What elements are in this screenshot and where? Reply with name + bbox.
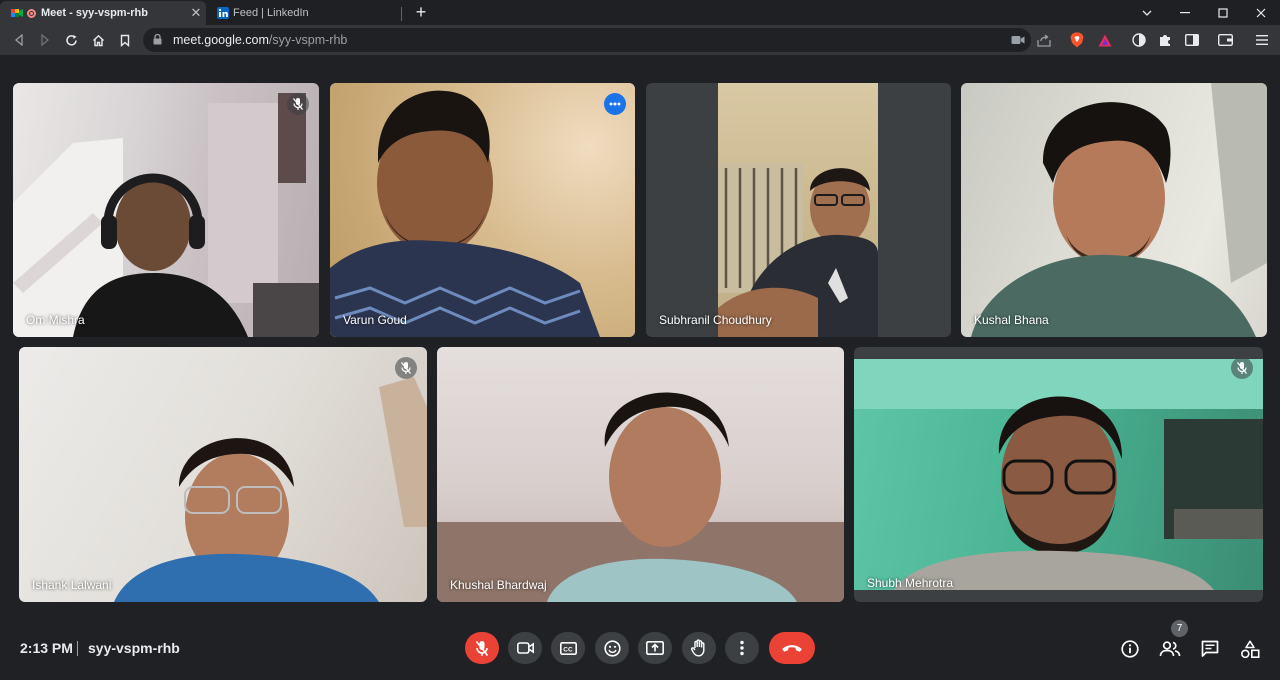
participant-video <box>19 347 427 602</box>
participant-video <box>718 83 878 337</box>
participant-name: Ishank Lalwani <box>32 578 112 592</box>
show-everyone-button[interactable] <box>1158 637 1182 661</box>
mic-muted-icon <box>395 357 417 379</box>
participant-name: Khushal Bhardwaj <box>450 578 547 592</box>
reload-icon[interactable] <box>60 30 82 50</box>
divider <box>77 641 78 656</box>
camera-icon <box>516 642 534 654</box>
participant-tile[interactable]: Kushal Bhana <box>961 83 1267 337</box>
participant-video <box>854 359 1263 590</box>
url-path: /syy-vspm-rhb <box>268 33 348 47</box>
participant-name: Kushal Bhana <box>974 313 1049 327</box>
close-tab-icon[interactable]: ✕ <box>186 5 206 21</box>
wallet-icon[interactable] <box>1217 32 1233 48</box>
mic-muted-icon <box>1231 357 1253 379</box>
tab-title: Feed | LinkedIn <box>233 7 309 19</box>
sidebar-icon[interactable] <box>1184 32 1200 48</box>
participant-name: Subhranil Choudhury <box>659 313 772 327</box>
url-text: meet.google.com/syy-vspm-rhb <box>173 33 347 47</box>
close-window-icon[interactable] <box>1242 0 1280 25</box>
address-bar[interactable]: meet.google.com/syy-vspm-rhb <box>143 28 1031 52</box>
minimize-window-icon[interactable] <box>1166 0 1204 25</box>
meeting-grid: Om Mishra Varun Goud Subhranil Choudhury… <box>0 55 1280 625</box>
more-options-button[interactable] <box>725 632 759 664</box>
brave-rewards-icon[interactable] <box>1097 32 1113 48</box>
linkedin-favicon-icon <box>217 7 229 19</box>
tab-search-icon[interactable] <box>1128 0 1166 25</box>
browser-tab-strip: Meet - syy-vspm-rhb ✕ Feed | LinkedIn + <box>0 0 1280 25</box>
present-now-button[interactable] <box>638 632 672 664</box>
google-meet-favicon-icon <box>11 9 23 17</box>
activities-icon <box>1241 640 1260 658</box>
camera-in-use-icon[interactable] <box>1010 32 1026 48</box>
participant-video <box>961 83 1267 337</box>
tab-separator <box>401 7 402 21</box>
browser-toolbar: meet.google.com/syy-vspm-rhb <box>0 25 1280 55</box>
participant-tile[interactable]: Subhranil Choudhury <box>646 83 951 337</box>
tab-meet[interactable]: Meet - syy-vspm-rhb ✕ <box>0 1 206 25</box>
more-options-icon[interactable] <box>604 93 626 115</box>
new-tab-button[interactable]: + <box>410 2 432 24</box>
home-icon[interactable] <box>87 30 109 50</box>
leave-call-button[interactable] <box>769 632 815 664</box>
participant-tile-speaking[interactable]: Varun Goud <box>330 83 635 337</box>
chat-button[interactable] <box>1198 637 1222 661</box>
meeting-details-button[interactable] <box>1118 637 1142 661</box>
participant-tile[interactable]: Shubh Mehrotra <box>854 347 1263 602</box>
current-time: 2:13 PM <box>20 640 73 656</box>
forward-icon[interactable] <box>34 30 56 50</box>
url-host: meet.google.com <box>173 33 269 47</box>
present-icon <box>646 641 664 655</box>
menu-icon[interactable] <box>1254 32 1270 48</box>
emoji-icon <box>603 639 621 657</box>
reactions-button[interactable] <box>595 632 629 664</box>
meeting-code: syy-vspm-rhb <box>88 640 180 656</box>
extension-icon[interactable] <box>1131 32 1147 48</box>
svg-text:CC: CC <box>563 646 573 653</box>
tab-linkedin[interactable]: Feed | LinkedIn <box>206 1 402 25</box>
end-call-icon <box>782 645 802 652</box>
tab-title: Meet - syy-vspm-rhb <box>41 7 148 19</box>
raise-hand-icon <box>691 639 705 657</box>
mic-toggle-button[interactable] <box>465 632 499 664</box>
share-icon[interactable] <box>1036 32 1052 48</box>
more-options-icon <box>740 640 744 656</box>
participant-tile[interactable]: Om Mishra <box>13 83 319 337</box>
chat-icon <box>1201 640 1219 657</box>
participant-video <box>437 347 844 602</box>
mic-off-icon <box>475 640 489 656</box>
participant-tile[interactable]: Khushal Bhardwaj <box>437 347 844 602</box>
info-icon <box>1121 640 1139 658</box>
meeting-controls-bar: 2:13 PM syy-vspm-rhb CC 7 <box>0 620 1280 680</box>
extensions-puzzle-icon[interactable] <box>1157 32 1173 48</box>
participant-name: Shubh Mehrotra <box>867 576 954 590</box>
recording-indicator-icon <box>27 8 36 18</box>
maximize-window-icon[interactable] <box>1204 0 1242 25</box>
captions-button[interactable]: CC <box>551 632 585 664</box>
bookmark-icon[interactable] <box>114 30 136 50</box>
participant-count-badge: 7 <box>1171 620 1188 637</box>
camera-toggle-button[interactable] <box>508 632 542 664</box>
participant-video <box>13 83 319 337</box>
lock-icon <box>153 34 162 45</box>
captions-icon: CC <box>559 641 577 655</box>
people-icon <box>1159 641 1181 657</box>
activities-button[interactable] <box>1238 637 1262 661</box>
participant-video <box>330 83 635 337</box>
participant-name: Om Mishra <box>26 313 85 327</box>
participant-tile[interactable]: Ishank Lalwani <box>19 347 427 602</box>
back-icon[interactable] <box>8 30 30 50</box>
participant-name: Varun Goud <box>343 313 407 327</box>
raise-hand-button[interactable] <box>682 632 716 664</box>
mic-muted-icon <box>287 93 309 115</box>
brave-shield-icon[interactable] <box>1069 32 1085 48</box>
